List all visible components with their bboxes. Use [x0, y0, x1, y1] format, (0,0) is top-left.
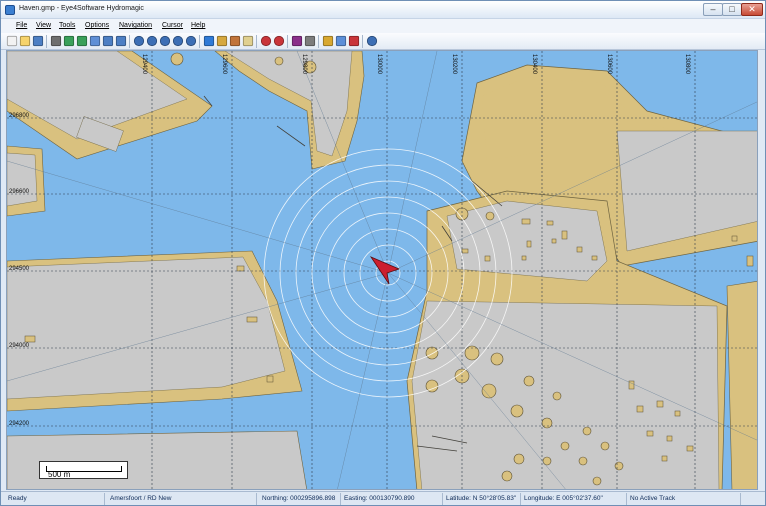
new-file-icon[interactable] [6, 35, 18, 47]
grid-label-left: 294500 [9, 266, 30, 272]
toolbar-separator [318, 35, 319, 48]
application-window: Haven.gmp - Eye4Software Hydromagic – □ … [0, 0, 766, 506]
export-icon[interactable] [76, 35, 88, 47]
grid-label-left: 294200 [9, 421, 30, 427]
help-icon[interactable] [366, 35, 378, 47]
close-button[interactable]: ✕ [741, 3, 763, 16]
menu-file[interactable]: File [16, 22, 27, 29]
menu-tools[interactable]: Tools [59, 22, 75, 29]
grid-label-top: 130000 [376, 54, 382, 75]
status-longitude: Longitude: E 005°02'37.60" [521, 493, 627, 505]
zoom-all-icon[interactable] [185, 35, 197, 47]
route-icon[interactable] [216, 35, 228, 47]
grid-label-left: 296800 [9, 113, 30, 119]
menu-bar: File View Tools Options Navigation Curso… [1, 19, 765, 33]
stop-record-icon[interactable] [273, 35, 285, 47]
record-icon[interactable] [260, 35, 272, 47]
scale-label: 500 m [48, 470, 71, 479]
built-area [477, 313, 712, 351]
cut-icon[interactable] [291, 35, 303, 47]
stop-icon[interactable] [304, 35, 316, 47]
grid-label-left: 294000 [9, 343, 30, 349]
toolbar-separator [256, 35, 257, 48]
grid-label-top: 130600 [606, 54, 612, 75]
minimize-button[interactable]: – [703, 3, 723, 16]
import-icon[interactable] [63, 35, 75, 47]
layers-icon[interactable] [89, 35, 101, 47]
toolbar-separator [287, 35, 288, 48]
menu-options[interactable]: Options [85, 22, 109, 29]
toolbar-separator [362, 35, 363, 48]
status-latitude: Latitude: N 50°28'05.83" [443, 493, 521, 505]
toolbar-separator [129, 35, 130, 48]
grid-label-top: 130800 [684, 54, 690, 75]
open-folder-icon[interactable] [19, 35, 31, 47]
note-icon[interactable] [242, 35, 254, 47]
menu-help[interactable]: Help [191, 22, 205, 29]
chart-view[interactable]: 129400 129600 129800 130000 130200 13040… [6, 50, 758, 490]
lock-icon[interactable] [322, 35, 334, 47]
zoom-out-icon[interactable] [159, 35, 171, 47]
built-area [7, 256, 286, 400]
status-projection: Amersfoort / RD New [107, 493, 257, 505]
save-icon[interactable] [32, 35, 44, 47]
grid-label-top: 129400 [141, 54, 147, 75]
menu-view[interactable]: View [36, 22, 51, 29]
toolbar-separator [199, 35, 200, 48]
title-bar[interactable]: Haven.gmp - Eye4Software Hydromagic – □ … [1, 1, 765, 19]
grid-label-top: 130200 [451, 54, 457, 75]
grid-label-top: 129800 [301, 54, 307, 75]
print-icon[interactable] [50, 35, 62, 47]
measure-icon[interactable] [229, 35, 241, 47]
built-area [7, 152, 38, 207]
scale-bar: 500 m [39, 461, 128, 479]
zoom-in-icon[interactable] [146, 35, 158, 47]
toolbar [1, 33, 765, 50]
window-title: Haven.gmp - Eye4Software Hydromagic [19, 5, 144, 12]
maximize-button[interactable]: □ [722, 3, 742, 16]
info-icon[interactable] [133, 35, 145, 47]
table-icon[interactable] [115, 35, 127, 47]
status-state: Ready [5, 493, 105, 505]
menu-cursor[interactable]: Cursor [162, 22, 183, 29]
land-area [726, 281, 757, 489]
grid-label-top: 129600 [221, 54, 227, 75]
map-canvas [7, 51, 757, 489]
status-easting: Easting: 000130790.890 [341, 493, 443, 505]
disconnect-icon[interactable] [348, 35, 360, 47]
toolbar-separator [46, 35, 47, 48]
zoom-window-icon[interactable] [172, 35, 184, 47]
status-northing: Northing: 000295896.898 [259, 493, 341, 505]
app-icon [5, 5, 15, 15]
pan-icon[interactable] [203, 35, 215, 47]
grid-label-top: 130400 [531, 54, 537, 75]
grid-label-left: 296600 [9, 189, 30, 195]
menu-navigation[interactable]: Navigation [119, 22, 152, 29]
connect-icon[interactable] [335, 35, 347, 47]
status-bar: Ready Amersfoort / RD New Northing: 0002… [1, 491, 765, 505]
status-track: No Active Track [627, 493, 741, 505]
grid-icon[interactable] [102, 35, 114, 47]
